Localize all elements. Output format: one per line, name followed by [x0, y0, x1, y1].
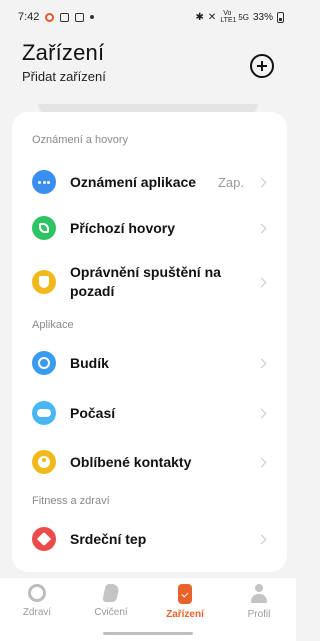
row-label: Oznámení aplikace: [70, 173, 197, 190]
nav-label: Zařízení: [166, 609, 204, 620]
bluetooth-icon: ✱: [195, 11, 204, 23]
page-header: Zařízení Přidat zařízení: [22, 40, 278, 84]
chevron-right-icon: [256, 223, 267, 233]
phone-icon: [32, 216, 56, 240]
row-heart-rate[interactable]: Srdeční tep: [12, 521, 287, 557]
status-bar: 7:42 ✱ ✕ Vo LTE1 5G 33%: [0, 0, 296, 34]
chevron-right-icon: [256, 457, 267, 467]
watch-icon: [178, 584, 192, 604]
chevron-right-icon: [256, 177, 267, 187]
section-title-fitness: Fitness a zdraví: [32, 495, 110, 507]
record-indicator-icon: [45, 12, 55, 22]
row-label: Budík: [70, 354, 109, 371]
nav-label: Profil: [247, 609, 271, 620]
clock-icon: [32, 351, 56, 375]
home-indicator[interactable]: [103, 632, 193, 635]
weather-icon: [32, 401, 56, 425]
row-incoming-calls[interactable]: Příchozí hovory: [12, 210, 287, 246]
mail-notification-icon: [75, 12, 85, 22]
section-title-apps: Aplikace: [32, 319, 74, 331]
network-label: Vo LTE1: [220, 10, 237, 24]
row-value: Zap.: [217, 174, 244, 190]
nav-label: Zdraví: [22, 607, 52, 618]
add-device-link[interactable]: Přidat zařízení: [22, 69, 278, 84]
status-time: 7:42: [18, 11, 40, 23]
heart-icon: [32, 527, 56, 551]
nav-tab-workout[interactable]: Cvičení: [81, 584, 141, 618]
row-label: Oprávnění spuštění na pozadí: [70, 264, 221, 299]
row-weather[interactable]: Počasí: [12, 395, 287, 431]
shield-icon: [32, 270, 56, 294]
profile-icon: [250, 584, 268, 604]
row-app-notifications[interactable]: Oznámení aplikace Zap.: [12, 164, 287, 200]
status-right: ✱ ✕ Vo LTE1 5G 33%: [196, 10, 284, 24]
health-ring-icon: [28, 584, 46, 602]
chevron-right-icon: [256, 408, 267, 418]
nav-label: Cvičení: [94, 607, 128, 618]
row-favorite-contacts[interactable]: Oblíbené kontakty: [12, 444, 287, 480]
add-device-button[interactable]: [250, 54, 274, 78]
status-left: 7:42: [18, 11, 95, 23]
row-label: Počasí: [70, 404, 116, 421]
page-title: Zařízení: [22, 40, 105, 65]
shoe-icon: [102, 584, 120, 602]
row-background-permission[interactable]: Oprávnění spuštění na pozadí: [12, 260, 287, 304]
nav-tab-health[interactable]: Zdraví: [7, 584, 67, 618]
battery-icon: [277, 11, 284, 23]
network-secondary-label: 5G: [238, 12, 249, 22]
settings-card: Oznámení a hovory Oznámení aplikace Zap.…: [12, 112, 287, 572]
more-notifications-icon: [90, 15, 95, 19]
chevron-right-icon: [256, 277, 267, 287]
battery-percent: 33%: [252, 11, 273, 23]
section-title-notifications: Oznámení a hovory: [32, 134, 128, 146]
contact-icon: [32, 450, 56, 474]
row-alarm[interactable]: Budík: [12, 345, 287, 381]
nav-tab-profile[interactable]: Profil: [229, 584, 289, 620]
row-label: Oblíbené kontakty: [70, 453, 192, 470]
chevron-right-icon: [256, 534, 267, 544]
chevron-right-icon: [256, 358, 267, 368]
nav-tab-device[interactable]: Zařízení: [155, 584, 215, 620]
row-label: Srdeční tep: [70, 530, 147, 547]
gallery-notification-icon: [60, 12, 70, 22]
row-label: Příchozí hovory: [70, 219, 176, 236]
mute-icon: ✕: [207, 11, 217, 23]
chat-bubble-icon: [32, 170, 56, 194]
